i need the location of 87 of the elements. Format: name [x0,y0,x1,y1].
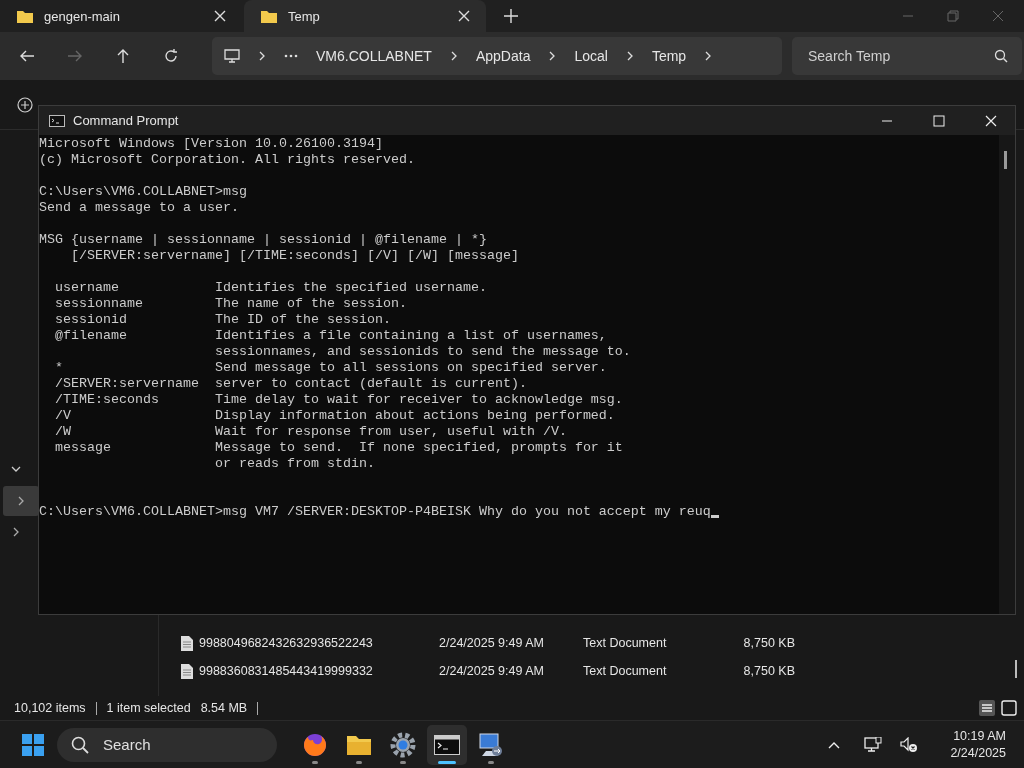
taskbar-search-input[interactable]: Search [101,735,263,754]
details-view-icon[interactable] [978,699,996,717]
console-line: @filename Identifies a file containing a list of usernames, [54,328,607,344]
console-line: (c) Microsoft Corporation. All rights reserved. [39,152,415,168]
file-name: 9988049682432632936522243 [199,636,374,650]
text-cursor [710,515,719,518]
more-icon[interactable] [284,54,298,58]
console-icon [434,734,460,755]
search-icon [71,735,89,754]
back-arrow-icon[interactable] [19,48,35,64]
clock-time[interactable]: 10:19 AM [953,727,1006,745]
tab-label: gengen-main [44,8,121,24]
console-line: username Identifies the specified username. [54,280,487,296]
explorer-tab[interactable]: Temp [244,0,486,32]
chevron-right-icon [704,51,713,61]
file-name: 9988360831485443419999332 [199,664,374,678]
file-size: 8,750 KB [742,664,795,678]
file-row[interactable]: 9988360831485443419999332 2/24/2025 9:49 AM Text Document 8,750 KB [159,657,1024,685]
clock-date[interactable]: 2/24/2025 [950,744,1006,762]
console-line: /TIME:seconds Time delay to wait for receiver to acknowledge msg. [54,392,623,408]
console-line: /V Display information about actions being performed. [54,408,615,424]
console-line: sessionname The name of the session. [54,296,407,312]
file-type: Text Document [583,664,668,678]
window-title: Command Prompt [73,113,179,128]
item-count: 10,102 items [14,701,86,715]
chevron-right-icon [548,51,557,61]
computer-icon [224,49,240,63]
speaker-muted-icon[interactable] [900,736,919,753]
chevron-right-icon [449,51,458,61]
folder-icon [16,8,34,24]
refresh-icon[interactable] [163,48,179,64]
console-line: Send a message to a user. [39,200,239,216]
up-arrow-icon[interactable] [115,48,131,64]
maximize-icon[interactable] [933,114,945,127]
file-date: 2/24/2025 9:49 AM [439,636,545,650]
console-line: sessionid The ID of the session. [54,312,391,328]
network-icon[interactable] [864,736,883,753]
file-type: Text Document [583,636,668,650]
console-line: C:\Users\VM6.COLLABNET>msg VM7 /SERVER:DESKTOP-P4BEISK Why do you not accept my reuq [39,504,711,520]
console-line: Microsoft Windows [Version 10.0.26100.3194] [39,136,383,152]
console-icon [49,114,65,127]
forward-arrow-icon[interactable] [67,48,83,64]
text-file-icon [181,635,193,651]
console-line: message Message to send. If none specified, prompts for it [54,440,623,456]
selection-size: 8.54 MB [200,701,248,715]
monitor-icon [478,731,504,758]
console-line: C:\Users\VM6.COLLABNET>msg [39,184,247,200]
chevron-right-icon[interactable] [12,527,20,537]
console-line: MSG {username | sessionname | sessionid | @filename | *} [39,232,487,248]
console-line: * Send message to all sessions on specified server. [54,360,607,376]
file-date: 2/24/2025 9:49 AM [439,664,545,678]
chevron-right-icon [258,51,266,61]
chevron-down-icon[interactable] [11,465,21,473]
selection-info: 1 item selected [106,701,191,715]
console-line: or reads from stdin. [213,456,375,472]
taskbar-search-field[interactable]: Search [57,727,277,762]
explorer-tab[interactable]: gengen-main [0,0,242,32]
text-file-icon [181,663,193,679]
file-row[interactable]: 9988049682432632936522243 2/24/2025 9:49 AM Text Document 8,750 KB [159,629,1024,657]
tiles-view-icon[interactable] [1000,699,1018,717]
file-size: 8,750 KB [742,636,795,650]
breadcrumb-item[interactable]: Local [574,48,608,64]
tab-label: Temp [288,8,321,24]
start-icon[interactable] [21,732,45,757]
search-input[interactable]: Search Temp [806,47,994,65]
browser-icon [302,731,328,758]
chevron-right-icon [17,496,25,506]
scrollbar-thumb[interactable] [1015,660,1017,678]
folder-icon [346,733,372,756]
breadcrumb-item[interactable]: VM6.COLLABNET [316,48,432,64]
console-line: /W Wait for response from user, useful with /V. [54,424,567,440]
address-bar[interactable]: VM6.COLLABNET AppData Local Temp [212,37,782,75]
console-line: sessionnames, and sessionids to send the message to. [213,344,631,360]
new-tab-icon[interactable] [504,9,518,23]
breadcrumb-item[interactable]: AppData [475,48,531,64]
console-line: [/SERVER:servername] [/TIME:seconds] [/V] [/W] [message] [70,248,519,264]
scrollbar-thumb[interactable] [1004,151,1007,169]
folder-icon [260,8,278,24]
add-icon[interactable] [17,96,33,113]
taskbar-app-button[interactable] [427,724,467,765]
breadcrumb-item[interactable]: Temp [651,48,687,64]
gear-icon [390,731,416,758]
console-line: /SERVER:servername server to contact (default is current). [54,376,527,392]
search-field[interactable]: Search Temp [792,37,1022,75]
search-icon [994,49,1008,63]
chevron-up-icon[interactable] [828,740,841,749]
chevron-right-icon [625,51,634,61]
